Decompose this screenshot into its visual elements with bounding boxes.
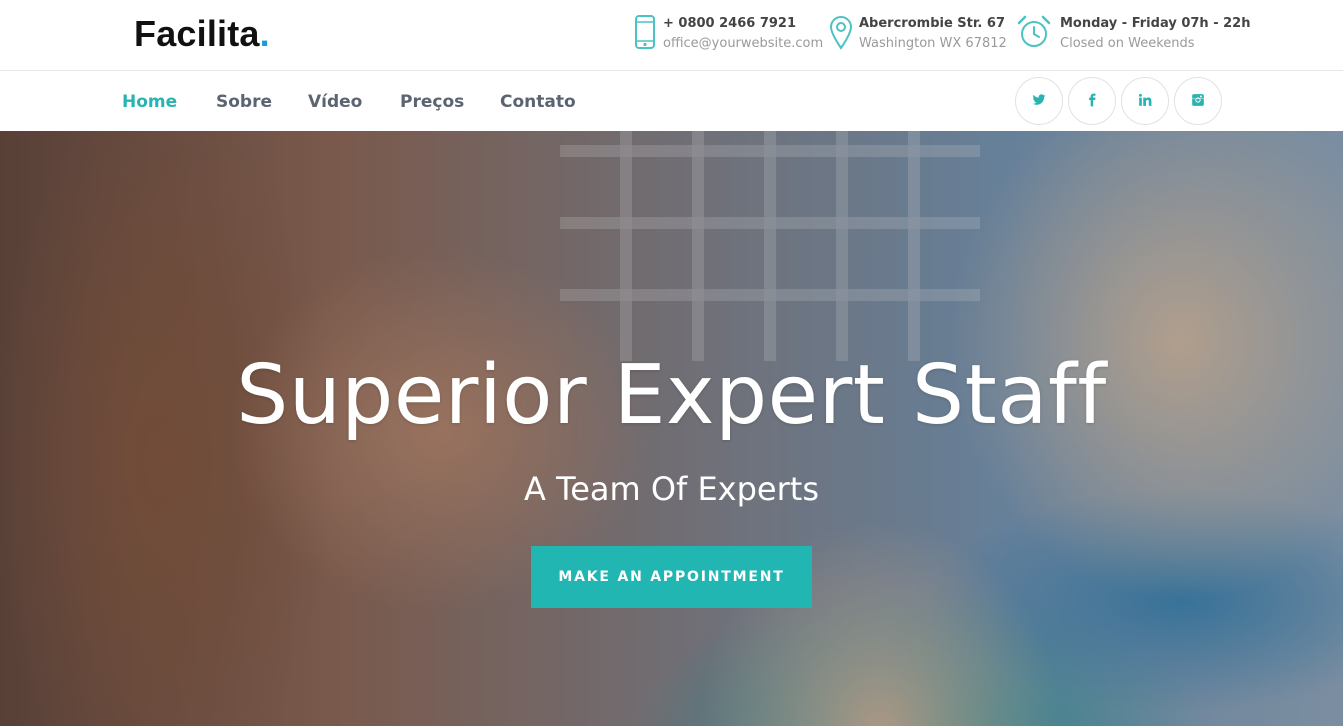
instagram-button[interactable]: [1174, 77, 1222, 125]
nav-video[interactable]: Vídeo: [308, 92, 362, 112]
address-street: Abercrombie Str. 67: [859, 16, 1005, 31]
logo-text: Facilita: [134, 13, 260, 54]
smartphone-icon: [632, 14, 658, 50]
contact-phone: + 0800 2466 7921 office@yourwebsite.com: [632, 14, 823, 54]
linkedin-button[interactable]: [1121, 77, 1169, 125]
hours-weekdays: Monday - Friday 07h - 22h: [1060, 16, 1251, 31]
contact-address: Abercrombie Str. 67 Washington WX 67812: [828, 14, 1008, 54]
make-appointment-button[interactable]: MAKE AN APPOINTMENT: [531, 546, 812, 608]
main-navigation: Home Sobre Vídeo Preços Contato: [0, 71, 1343, 131]
hero-banner: Superior Expert Staff A Team Of Experts …: [0, 131, 1343, 726]
top-header: Facilita. + 0800 2466 7921 office@yourwe…: [0, 0, 1343, 71]
nav-contato[interactable]: Contato: [500, 92, 576, 112]
hero-title: Superior Expert Staff: [236, 348, 1107, 443]
contact-hours: Monday - Friday 07h - 22h Closed on Week…: [1016, 14, 1250, 54]
twitter-button[interactable]: [1015, 77, 1063, 125]
linkedin-icon: [1138, 92, 1152, 111]
instagram-icon: [1191, 92, 1205, 111]
address-city: Washington WX 67812: [859, 36, 1007, 51]
nav-precos[interactable]: Preços: [400, 92, 464, 112]
logo[interactable]: Facilita.: [134, 13, 270, 55]
nav-sobre[interactable]: Sobre: [216, 92, 272, 112]
hero-subtitle: A Team Of Experts: [524, 470, 819, 508]
map-pin-icon: [828, 14, 854, 50]
email-address[interactable]: office@yourwebsite.com: [663, 36, 823, 51]
twitter-icon: [1032, 92, 1046, 111]
phone-number[interactable]: + 0800 2466 7921: [663, 16, 796, 31]
alarm-clock-icon: [1016, 14, 1052, 50]
nav-home[interactable]: Home: [122, 92, 177, 112]
facebook-icon: [1085, 92, 1099, 111]
facebook-button[interactable]: [1068, 77, 1116, 125]
hours-weekends: Closed on Weekends: [1060, 36, 1195, 51]
logo-dot: .: [259, 13, 270, 54]
